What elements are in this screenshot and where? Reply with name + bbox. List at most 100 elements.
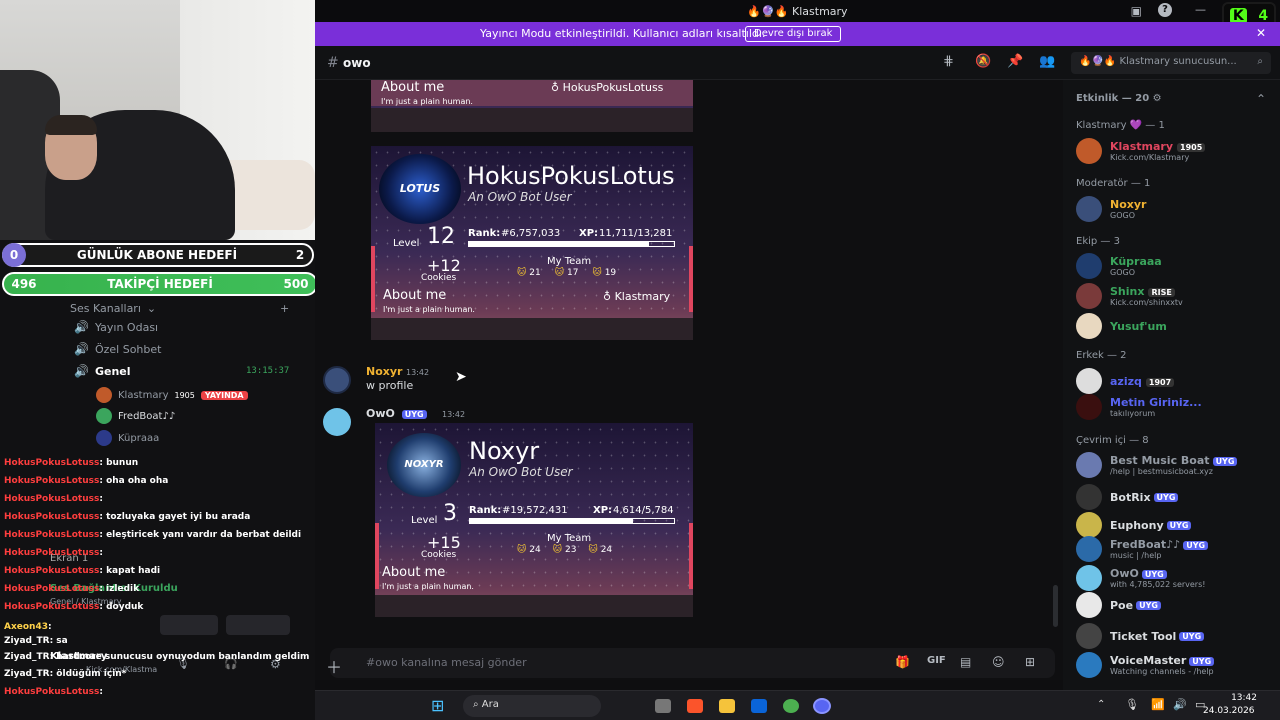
member-item[interactable]: Noxyr GOGO <box>1076 196 1146 222</box>
chat-username: Ziyad_TR <box>4 669 50 679</box>
follow-goal-current: 496 <box>11 277 37 291</box>
team-member: 🐱 24 <box>588 545 613 555</box>
avatar[interactable] <box>323 366 351 394</box>
discord-icon[interactable] <box>813 698 831 714</box>
mic-tray-icon[interactable]: 🎙 <box>1125 698 1139 711</box>
add-channel-icon[interactable]: + <box>280 302 289 315</box>
channel-yayin-odasi[interactable]: 🔊 Yayın Odası <box>74 320 158 334</box>
member-badge: 1905 <box>1177 143 1206 152</box>
soundboard-button[interactable] <box>226 615 290 635</box>
gift-icon[interactable]: 🎁 <box>895 655 910 669</box>
message-author[interactable]: Noxyr <box>366 365 402 378</box>
member-item[interactable]: VoiceMaster UYG Watching channels - /help <box>1076 652 1215 678</box>
chat-text: : <box>48 622 52 632</box>
member-name: Best Music Boat UYG <box>1110 454 1238 467</box>
search-icon: ⌕ <box>473 699 479 710</box>
chat-message: Axeon43: <box>4 622 52 632</box>
chat-text: : sa <box>49 636 68 646</box>
inbox-icon[interactable]: ▣ <box>1131 4 1142 18</box>
message-author[interactable]: OwO UYG <box>366 407 427 420</box>
member-item[interactable]: Euphony UYG <box>1076 512 1192 538</box>
chat-message: HokusPokusLotuss: kapat hadi <box>4 566 160 576</box>
clock-date[interactable]: 24.03.2026 <box>1203 706 1255 716</box>
xp-value: 4,614/5,784 <box>613 505 674 516</box>
channel-genel[interactable]: 🔊 Genel <box>74 364 131 378</box>
member-item[interactable]: Poe UYG <box>1076 592 1161 618</box>
about-heading: About me <box>383 288 447 303</box>
volume-icon[interactable]: 🔊 <box>1173 698 1187 711</box>
member-status: /help | bestmusicboat.xyz <box>1110 467 1213 476</box>
chat-text: : öldüğüm için* <box>49 669 127 679</box>
member-item[interactable]: Küpraaa GOGO <box>1076 253 1162 279</box>
gif-icon[interactable]: GIF <box>927 655 946 666</box>
task-view-icon[interactable] <box>655 699 671 713</box>
voice-member-klastmary[interactable]: Klastmary 1905 YAYINDA <box>96 387 248 403</box>
member-name: Klastmary 1905 <box>1110 140 1206 153</box>
member-item[interactable]: Shinx RISE Kick.com/shinxxtv <box>1076 283 1183 309</box>
level-value: 12 <box>427 224 455 249</box>
clock-time[interactable]: 13:42 <box>1227 693 1257 703</box>
brave-icon[interactable] <box>687 699 703 713</box>
emoji-icon[interactable]: ☺ <box>992 655 1005 669</box>
member-item[interactable]: BotRix UYG <box>1076 484 1179 510</box>
member-item[interactable]: Metin Giriniz... takılıyorum <box>1076 394 1202 420</box>
member-name: Ticket Tool UYG <box>1110 630 1205 643</box>
member-badge: RISE <box>1148 288 1175 297</box>
member-status: takılıyorum <box>1110 409 1156 418</box>
chrome-icon[interactable] <box>783 699 799 713</box>
follow-goal-bar: 496 TAKİPÇİ HEDEFİ 500 <box>2 272 318 296</box>
chat-text: : kapat hadi <box>99 566 161 576</box>
outlook-icon[interactable] <box>751 699 767 713</box>
voice-member-fredboat[interactable]: FredBoat♪♪ <box>96 408 175 424</box>
member-list-icon[interactable]: 👥 <box>1039 54 1055 69</box>
member-item[interactable]: Ticket Tool UYG <box>1076 623 1205 649</box>
close-icon[interactable]: ✕ <box>1256 26 1266 40</box>
wifi-icon[interactable]: 📶 <box>1151 698 1165 711</box>
sticker-icon[interactable]: ▤ <box>960 655 971 669</box>
sub-goal-target: 2 <box>295 248 305 262</box>
channel-ozel-sohbet[interactable]: 🔊 Özel Sohbet <box>74 342 161 356</box>
help-icon[interactable]: ? <box>1158 3 1172 17</box>
avatar[interactable] <box>323 408 351 436</box>
file-explorer-icon[interactable] <box>719 699 735 713</box>
member-item[interactable]: Yusuf'um <box>1076 313 1167 339</box>
message-composer: ＋ #owo kanalına mesaj gönder 🎁 GIF ▤ ☺ ⊞ <box>326 648 1055 678</box>
tray-chevron-icon[interactable]: ⌃ <box>1097 699 1105 710</box>
team-member: 🐱 19 <box>592 268 617 278</box>
pin-icon[interactable]: 📌 <box>1007 54 1023 69</box>
chat-username: HokusPokusLotuss <box>4 548 100 558</box>
voice-section-header[interactable]: Ses Kanalları ⌄ <box>70 302 156 315</box>
chat-message: HokusPokusLotuss: izledik <box>4 584 139 594</box>
disable-streamer-mode-button[interactable]: Devre dışı bırak <box>745 26 842 42</box>
search-input[interactable]: 🔥🔮🔥 Klastmary sunucusun... ⌕ <box>1071 52 1271 74</box>
sub-goal-start: 0 <box>2 243 26 267</box>
chevron-up-icon[interactable]: ⌃ <box>1256 92 1266 106</box>
windows-start-icon[interactable]: ⊞ <box>431 696 444 715</box>
scrollbar-thumb[interactable] <box>1053 585 1058 627</box>
attach-plus-icon[interactable]: ＋ <box>326 654 342 678</box>
mute-icon[interactable]: 🔕 <box>975 54 991 69</box>
card-subtitle: An OwO Bot User <box>469 465 573 479</box>
activities-button[interactable] <box>160 615 218 635</box>
avatar <box>1076 623 1102 649</box>
activity-header[interactable]: Etkinlik — 20 ⚙ <box>1076 93 1162 104</box>
avatar <box>96 430 112 446</box>
taskbar-search[interactable]: ⌕ Ara <box>463 695 601 717</box>
rank-label: Rank: <box>469 505 502 516</box>
minimize-icon[interactable]: — <box>1195 3 1206 16</box>
message-input[interactable]: #owo kanalına mesaj gönder <box>366 656 527 669</box>
member-item[interactable]: Klastmary 1905 Kick.com/Klastmary <box>1076 138 1206 164</box>
apps-icon[interactable]: ⊞ <box>1025 655 1035 669</box>
about-heading: About me <box>382 565 446 580</box>
chat-username: HokusPokusLotuss <box>4 512 100 522</box>
member-item[interactable]: FredBoat♪♪ UYG music | /help <box>1076 536 1209 562</box>
avatar <box>1076 283 1102 309</box>
chat-username: Axeon43 <box>4 622 48 632</box>
voice-member-kupraaa[interactable]: Küpraaa <box>96 430 159 446</box>
member-item[interactable]: Best Music Boat UYG/help | bestmusicboat.… <box>1076 452 1238 478</box>
level-label: Level <box>393 238 420 249</box>
threads-icon[interactable]: ⋕ <box>943 54 954 69</box>
member-item[interactable]: azizq 1907 <box>1076 368 1175 394</box>
avatar <box>1076 394 1102 420</box>
member-item[interactable]: OwO UYG with 4,785,022 servers! <box>1076 565 1205 591</box>
